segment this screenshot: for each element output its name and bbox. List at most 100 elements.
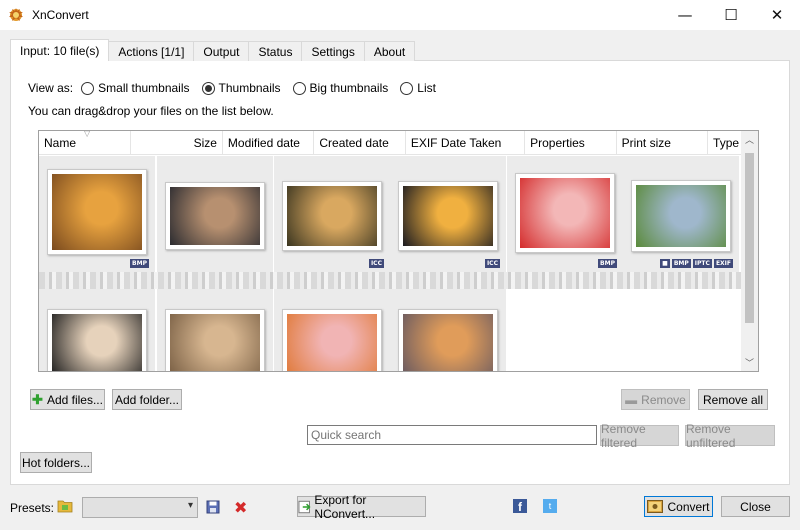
- column-properties[interactable]: Properties: [525, 131, 617, 155]
- column-print-size[interactable]: Print size: [617, 131, 709, 155]
- convert-button[interactable]: Convert: [644, 496, 713, 517]
- save-icon[interactable]: [206, 500, 220, 514]
- thumbnail-image: [52, 314, 142, 371]
- export-nconvert-button[interactable]: Export for NConvert...: [297, 493, 426, 521]
- thumbnail-cell[interactable]: BMP: [39, 156, 156, 272]
- thumbnail-two-girls-laughing[interactable]: [165, 309, 265, 371]
- title-bar: XnConvert — ☐ ✕: [0, 0, 800, 30]
- minus-icon: ▬: [625, 392, 638, 407]
- tab-actions[interactable]: Actions [1/1]: [108, 41, 195, 61]
- format-badge: BMP: [671, 259, 691, 268]
- thumbnail-autumn-tree[interactable]: [398, 309, 498, 371]
- format-badge: IPTC: [692, 259, 712, 268]
- chevron-down-icon: ▾: [187, 500, 193, 511]
- close-button[interactable]: Close: [721, 496, 790, 517]
- thumbnail-image: [170, 314, 260, 371]
- minimize-button[interactable]: —: [662, 0, 708, 30]
- remove-all-button[interactable]: Remove all: [698, 389, 768, 410]
- facebook-icon[interactable]: f: [513, 499, 527, 513]
- format-badge: ■: [660, 259, 670, 268]
- format-badge: BMP: [598, 259, 617, 268]
- close-window-button[interactable]: ✕: [754, 0, 800, 30]
- add-files-button[interactable]: ✚ Add files...: [30, 389, 105, 410]
- thumbnail-image: [636, 185, 726, 247]
- sort-indicator-icon: ▽: [84, 130, 91, 138]
- thumbnail-image: [287, 186, 377, 246]
- drag-drop-hint: You can drag&drop your files on the list…: [28, 104, 274, 118]
- presets-label: Presets:: [10, 501, 55, 515]
- thumbnail-image: [520, 178, 610, 248]
- thumbnail-cell[interactable]: ICC: [274, 156, 391, 272]
- thumbnail-cell[interactable]: BMP: [507, 156, 624, 272]
- thumbnail-ladybug[interactable]: [515, 173, 615, 253]
- format-badges: ICC: [484, 259, 500, 268]
- remove-unfiltered-button[interactable]: Remove unfiltered: [685, 422, 775, 450]
- radio-small-thumbnails-label[interactable]: Small thumbnails: [98, 81, 189, 95]
- maximize-button[interactable]: ☐: [708, 0, 754, 30]
- convert-icon: [647, 500, 664, 513]
- radio-list-label[interactable]: List: [417, 81, 436, 95]
- radio-thumbnails[interactable]: [201, 81, 215, 95]
- thumbnail-image: [403, 186, 493, 246]
- thumbnail-cell[interactable]: [39, 289, 156, 371]
- thumbnail-cell[interactable]: [157, 289, 274, 371]
- scroll-down-icon[interactable]: ﹀: [741, 354, 758, 371]
- hot-folders-button[interactable]: Hot folders...: [20, 452, 92, 473]
- delete-icon[interactable]: ✖: [234, 498, 247, 517]
- thumbnail-glass-sphere[interactable]: [282, 181, 382, 251]
- scroll-thumb[interactable]: [745, 153, 754, 323]
- quick-search-input[interactable]: [307, 425, 597, 445]
- radio-big-thumbnails-label[interactable]: Big thumbnails: [310, 81, 389, 95]
- export-nconvert-label: Export for NConvert...: [314, 492, 376, 521]
- presets-dropdown[interactable]: ▾: [82, 497, 198, 518]
- radio-small-thumbnails[interactable]: [81, 81, 95, 95]
- twitter-icon[interactable]: t: [543, 499, 557, 513]
- format-badge: ICC: [368, 259, 384, 268]
- window-title: XnConvert: [32, 8, 89, 22]
- format-badge: EXIF: [713, 259, 733, 268]
- format-badge: ICC: [484, 259, 500, 268]
- thumbnail-image: [52, 174, 142, 250]
- thumbnail-cell[interactable]: [157, 156, 274, 272]
- thumbnail-ruined-building[interactable]: [165, 182, 265, 250]
- radio-list[interactable]: [400, 81, 414, 95]
- column-size[interactable]: Size: [131, 131, 223, 155]
- radio-thumbnails-label[interactable]: Thumbnails: [219, 81, 281, 95]
- thumbnail-cell[interactable]: [390, 289, 507, 371]
- open-folder-icon[interactable]: [57, 499, 73, 513]
- column-type[interactable]: Type: [708, 131, 742, 155]
- thumbnail-bokeh-lights[interactable]: [398, 181, 498, 251]
- add-folder-button[interactable]: Add folder...: [112, 389, 182, 410]
- tab-output[interactable]: Output: [193, 41, 250, 61]
- format-badges: BMP: [598, 259, 617, 268]
- tab-status[interactable]: Status: [248, 41, 303, 61]
- scroll-up-icon[interactable]: ︿: [741, 131, 758, 148]
- tab-input[interactable]: Input: 10 file(s): [10, 39, 110, 61]
- remove-filtered-button[interactable]: Remove filtered: [600, 422, 679, 450]
- thumbnail-cell[interactable]: ■ BMP IPTC EXIF: [623, 156, 740, 272]
- thumbnail-cell[interactable]: ICC: [390, 156, 507, 272]
- plus-icon: ✚: [32, 391, 43, 407]
- format-badges: ICC: [368, 259, 384, 268]
- tab-bar: Input: 10 file(s) Actions [1/1] Output S…: [10, 39, 416, 61]
- remove-button[interactable]: ▬ Remove: [621, 389, 690, 410]
- list-scrollbar[interactable]: ︿ ﹀: [741, 131, 758, 371]
- view-as-group: View as: Small thumbnails Thumbnails Big…: [28, 81, 440, 95]
- add-files-label: Add files...: [46, 392, 103, 407]
- column-modified-date[interactable]: Modified date: [223, 131, 315, 155]
- column-exif-date-taken[interactable]: EXIF Date Taken: [406, 131, 526, 155]
- tab-settings[interactable]: Settings: [301, 41, 365, 61]
- thumbnail-cell[interactable]: [274, 289, 391, 371]
- thumbnail-image: [403, 314, 493, 371]
- file-list[interactable]: ▽ Name Size Modified date Created date E…: [38, 130, 759, 372]
- thumbnail-whale-sunset[interactable]: [47, 169, 147, 255]
- format-badge: BMP: [130, 259, 149, 268]
- thumbnail-child-cake[interactable]: [282, 309, 382, 371]
- format-badges: BMP: [130, 259, 149, 268]
- thumbnail-girl-camera[interactable]: [47, 309, 147, 371]
- blurred-filenames-row: [39, 272, 742, 289]
- radio-big-thumbnails[interactable]: [292, 81, 306, 95]
- column-created-date[interactable]: Created date: [314, 131, 406, 155]
- thumbnail-group-selfie[interactable]: [631, 180, 731, 252]
- tab-about[interactable]: About: [363, 41, 416, 61]
